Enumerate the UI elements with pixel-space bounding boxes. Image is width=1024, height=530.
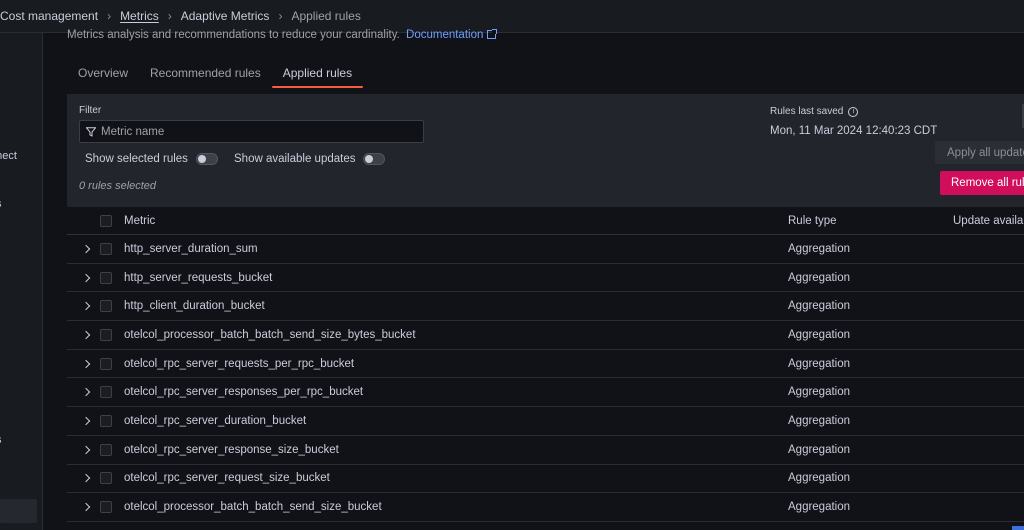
rule-type-cell: Aggregation bbox=[788, 386, 851, 399]
apply-all-updates-button[interactable]: Apply all updates bbox=[935, 141, 1024, 164]
row-checkbox[interactable] bbox=[100, 472, 112, 485]
rule-type-cell: Aggregation bbox=[788, 443, 851, 456]
breadcrumb-cost-management[interactable]: Cost management bbox=[0, 9, 98, 23]
metric-name-cell: otelcol_rpc_server_request_size_bucket bbox=[124, 472, 330, 485]
rule-type-cell: Aggregation bbox=[788, 414, 851, 427]
metric-name-cell: otelcol_processor_batch_batch_send_size_… bbox=[124, 328, 416, 341]
row-checkbox[interactable] bbox=[100, 271, 112, 284]
metric-name-cell: otelcol_processor_batch_batch_send_size_… bbox=[124, 501, 382, 514]
column-header-metric[interactable]: Metric bbox=[124, 215, 788, 227]
remove-all-rules-button[interactable]: Remove all rules bbox=[940, 171, 1024, 195]
metric-name-cell: otelcol_rpc_server_response_size_bucket bbox=[124, 443, 339, 456]
rules-last-saved-text: Rules last saved bbox=[770, 106, 844, 117]
show-available-updates-switch[interactable] bbox=[363, 153, 386, 165]
filter-label: Filter bbox=[79, 105, 102, 116]
row-checkbox[interactable] bbox=[100, 242, 112, 255]
breadcrumb-adaptive-metrics[interactable]: Adaptive Metrics bbox=[181, 9, 270, 23]
column-header-rule-type[interactable]: Rule type bbox=[788, 215, 953, 227]
row-checkbox[interactable] bbox=[100, 501, 112, 514]
metric-name-input[interactable] bbox=[101, 125, 401, 138]
table-row[interactable]: otelcol_rpc_server_response_size_bucket A… bbox=[67, 436, 1024, 465]
info-icon[interactable]: i bbox=[848, 106, 859, 117]
chevron-right-icon: › bbox=[278, 9, 283, 23]
filter-input-wrapper[interactable] bbox=[79, 120, 424, 143]
chevron-right-icon[interactable] bbox=[81, 416, 90, 426]
metric-name-cell: http_client_duration_bucket bbox=[124, 300, 265, 313]
rule-type-cell: Aggregation bbox=[788, 328, 851, 341]
tab-overview[interactable]: Overview bbox=[67, 58, 139, 88]
sidebar-item-label[interactable]: nnect bbox=[0, 150, 17, 162]
select-all-checkbox[interactable] bbox=[100, 214, 112, 227]
metric-name-cell: otelcol_rpc_server_duration_bucket bbox=[124, 414, 307, 427]
breadcrumb-applied-rules: Applied rules bbox=[291, 9, 361, 23]
show-available-updates-toggle-row: Show available updates bbox=[234, 153, 386, 165]
breadcrumb: Cost management › Metrics › Adaptive Met… bbox=[0, 9, 361, 23]
external-link-icon[interactable] bbox=[487, 29, 498, 39]
filter-panel: Filter Show selected rules Show availabl… bbox=[67, 94, 1024, 207]
metric-name-cell: http_server_requests_bucket bbox=[124, 271, 273, 284]
rule-type-cell: Aggregation bbox=[788, 501, 851, 514]
metric-name-cell: otelcol_rpc_server_responses_per_rpc_buc… bbox=[124, 386, 364, 399]
table-row[interactable]: otelcol_processor_batch_batch_send_size_… bbox=[67, 321, 1024, 350]
row-checkbox[interactable] bbox=[100, 386, 112, 399]
rule-type-cell: Aggregation bbox=[788, 357, 851, 370]
row-checkbox[interactable] bbox=[100, 357, 112, 370]
table-row[interactable]: otelcol_rpc_server_request_size_bucket Ag… bbox=[67, 465, 1024, 494]
rule-type-cell: Aggregation bbox=[788, 271, 851, 284]
show-selected-rules-label: Show selected rules bbox=[85, 153, 188, 165]
row-checkbox[interactable] bbox=[100, 443, 112, 456]
rules-table: Metric Rule type Update available http_s… bbox=[67, 207, 1024, 522]
table-row[interactable]: otelcol_processor_batch_batch_send_size_… bbox=[67, 493, 1024, 522]
rules-last-saved-label: Rules last saved i bbox=[770, 106, 859, 117]
chevron-right-icon: › bbox=[107, 9, 112, 23]
table-body: http_server_duration_sum Aggregation http_… bbox=[67, 235, 1024, 522]
sidebar-item-active[interactable] bbox=[0, 499, 37, 523]
chevron-right-icon[interactable] bbox=[81, 474, 90, 483]
corner-indicator bbox=[1012, 526, 1024, 530]
chevron-right-icon[interactable] bbox=[81, 330, 90, 340]
show-selected-rules-toggle-row: Show selected rules bbox=[85, 153, 218, 165]
rule-type-cell: Aggregation bbox=[788, 300, 851, 313]
column-header-update-available[interactable]: Update available bbox=[953, 215, 1024, 227]
page-description-text: Metrics analysis and recommendations to … bbox=[67, 29, 400, 41]
table-row[interactable]: http_server_duration_sum Aggregation bbox=[67, 235, 1024, 264]
show-selected-rules-switch[interactable] bbox=[195, 153, 218, 165]
table-row[interactable]: http_server_requests_bucket Aggregation bbox=[67, 264, 1024, 293]
rule-type-cell: Aggregation bbox=[788, 242, 851, 255]
chevron-right-icon[interactable] bbox=[81, 359, 90, 368]
row-checkbox[interactable] bbox=[100, 328, 112, 341]
chevron-right-icon[interactable] bbox=[81, 388, 90, 397]
show-available-updates-label: Show available updates bbox=[234, 153, 356, 165]
breadcrumb-metrics[interactable]: Metrics bbox=[120, 9, 159, 23]
tab-applied-rules[interactable]: Applied rules bbox=[271, 58, 364, 88]
table-row[interactable]: otelcol_rpc_server_requests_per_rpc_buck… bbox=[67, 350, 1024, 379]
tab-recommended-rules[interactable]: Recommended rules bbox=[139, 58, 272, 88]
table-row[interactable]: otelcol_rpc_server_responses_per_rpc_buc… bbox=[67, 378, 1024, 408]
chevron-right-icon[interactable] bbox=[81, 244, 90, 254]
sidebar-item-label[interactable]: s bbox=[0, 434, 2, 446]
page-description: Metrics analysis and recommendations to … bbox=[67, 29, 498, 41]
metric-name-cell: otelcol_rpc_server_requests_per_rpc_buck… bbox=[124, 357, 355, 370]
filter-icon bbox=[86, 126, 96, 137]
row-checkbox[interactable] bbox=[100, 300, 112, 313]
chevron-right-icon[interactable] bbox=[81, 273, 90, 282]
documentation-link[interactable]: Documentation bbox=[406, 29, 483, 41]
rules-selected-count: 0 rules selected bbox=[79, 180, 157, 192]
chevron-right-icon[interactable] bbox=[81, 445, 90, 454]
sidebar: nnect s s bbox=[0, 0, 43, 530]
table-header: Metric Rule type Update available bbox=[67, 207, 1024, 235]
metric-name-cell: http_server_duration_sum bbox=[124, 242, 258, 255]
chevron-right-icon[interactable] bbox=[81, 301, 90, 311]
table-row[interactable]: otelcol_rpc_server_duration_bucket Aggreg… bbox=[67, 407, 1024, 436]
row-checkbox[interactable] bbox=[100, 414, 112, 427]
table-row[interactable]: http_client_duration_bucket Aggregation bbox=[67, 292, 1024, 322]
rule-type-cell: Aggregation bbox=[788, 472, 851, 485]
tab-bar: Overview Recommended rules Applied rules bbox=[67, 58, 364, 88]
chevron-right-icon[interactable] bbox=[81, 502, 90, 512]
sidebar-item-label[interactable]: s bbox=[0, 198, 2, 210]
chevron-right-icon: › bbox=[167, 9, 172, 23]
rules-last-saved-value: Mon, 11 Mar 2024 12:40:23 CDT bbox=[770, 125, 938, 137]
